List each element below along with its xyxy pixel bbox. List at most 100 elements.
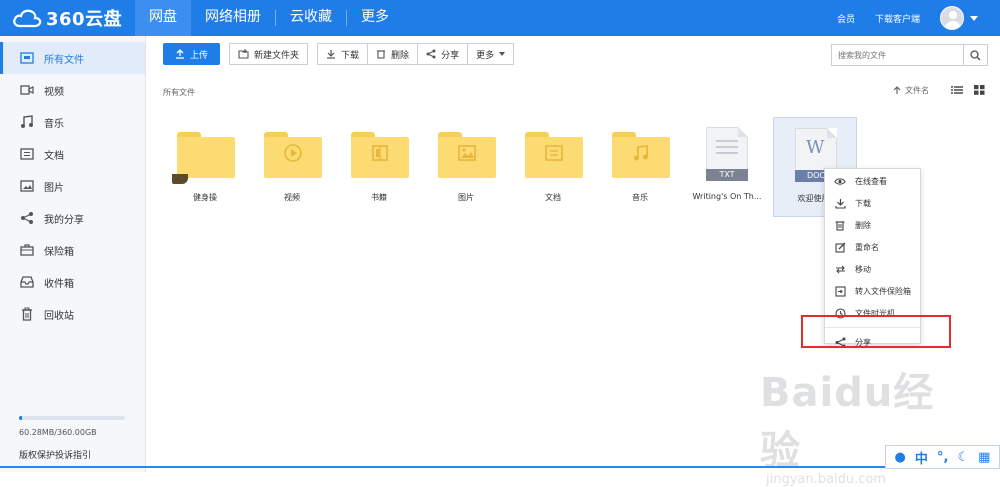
menu-item-download[interactable]: 下载 <box>825 192 920 214</box>
breadcrumb-row: 所有文件 文件名 <box>163 85 988 99</box>
folder-icon <box>264 132 322 178</box>
top-bar: 360云盘 网盘 网络相册 云收藏 更多 会员 下载客户端 <box>0 0 1000 36</box>
sidebar-item-label: 图片 <box>44 182 64 194</box>
nav-tab-cloud-favorites[interactable]: 云收藏 <box>276 0 346 36</box>
sidebar-item-label: 视频 <box>44 86 64 98</box>
annotation-highlight-box <box>801 315 951 348</box>
sidebar-item-recycle-bin[interactable]: 回收站 <box>0 298 145 330</box>
download-icon <box>327 50 336 59</box>
sidebar-item-inbox[interactable]: 收件箱 <box>0 266 145 298</box>
new-folder-label: 新建文件夹 <box>254 50 300 61</box>
doc-icon <box>545 144 563 162</box>
sidebar-item-all-files[interactable]: 所有文件 <box>0 42 145 74</box>
menu-item-label: 重命名 <box>855 242 879 252</box>
sidebar-item-label: 保险箱 <box>44 246 74 258</box>
new-folder-group: 新建文件夹 <box>229 43 309 65</box>
sort-arrow-icon <box>893 86 901 94</box>
download-button[interactable]: 下载 <box>317 43 369 65</box>
list-view-icon[interactable] <box>951 85 963 95</box>
delete-button[interactable]: 删除 <box>368 43 419 65</box>
menu-item-view-online[interactable]: 在线查看 <box>825 170 920 192</box>
file-item-folder[interactable]: 视频 <box>250 117 334 217</box>
file-item-folder[interactable]: 书籍 <box>337 117 421 217</box>
ime-moon-icon[interactable]: ☾ <box>957 450 969 465</box>
menu-item-rename[interactable]: 重命名 <box>825 236 920 258</box>
file-item-folder[interactable]: 文档 <box>511 117 595 217</box>
baidu-watermark: Baidu经验 jingyan.baidu.com <box>760 360 960 487</box>
sidebar-item-images[interactable]: 图片 <box>0 170 145 202</box>
image-icon <box>20 179 34 193</box>
share-button[interactable]: 分享 <box>418 43 469 65</box>
sidebar-item-documents[interactable]: 文档 <box>0 138 145 170</box>
upload-icon <box>176 49 184 59</box>
avatar[interactable] <box>940 6 964 30</box>
storage-bar-fill <box>19 416 23 420</box>
download-client-link[interactable]: 下载客户端 <box>875 12 920 25</box>
sidebar-item-music[interactable]: 音乐 <box>0 106 145 138</box>
nav-tab-more[interactable]: 更多 <box>347 0 403 36</box>
search-button[interactable] <box>963 45 987 65</box>
logo-text: 360云盘 <box>46 9 123 30</box>
file-item-txt[interactable]: TXT Writing's On Th... <box>685 117 769 217</box>
menu-item-label: 移动 <box>855 264 871 274</box>
folder-thumbnail <box>172 174 188 184</box>
trash-icon <box>20 307 34 321</box>
file-item-folder[interactable]: 健身操 <box>163 117 247 217</box>
logo[interactable]: 360云盘 <box>12 5 122 31</box>
copyright-report-link[interactable]: 版权保护投诉指引 <box>19 448 91 461</box>
download-icon <box>834 197 846 209</box>
safe-icon <box>20 243 34 257</box>
ime-language[interactable]: 中 <box>915 448 928 467</box>
eye-icon <box>834 175 846 187</box>
breadcrumb[interactable]: 所有文件 <box>163 87 195 98</box>
caret-down-icon <box>499 52 506 56</box>
cloud-logo-icon <box>13 9 42 28</box>
delete-label: 删除 <box>391 50 410 61</box>
ime-paw-icon[interactable]: ● <box>895 450 906 465</box>
menu-item-label: 转入文件保险箱 <box>855 286 911 296</box>
picture-icon <box>458 144 476 162</box>
file-grid: 健身操 视频 书籍 图片 文档 音乐 TXT Writing's On Th..… <box>163 117 883 217</box>
sort-by-name[interactable]: 文件名 <box>893 85 929 96</box>
more-label: 更多 <box>476 50 495 61</box>
sidebar-item-label: 文档 <box>44 150 64 162</box>
sidebar-item-safe[interactable]: 保险箱 <box>0 234 145 266</box>
nav-tab-photo-album[interactable]: 网络相册 <box>191 0 275 36</box>
bottom-divider <box>0 466 885 468</box>
ime-grid-icon[interactable]: ▦ <box>978 450 990 465</box>
upload-button[interactable]: 上传 <box>163 43 221 65</box>
all-files-icon <box>20 51 34 65</box>
menu-item-move[interactable]: 移动 <box>825 258 920 280</box>
account-menu[interactable] <box>940 6 978 30</box>
ime-punct-icon[interactable]: °, <box>937 450 948 465</box>
safe-transfer-icon <box>834 285 846 297</box>
share-icon <box>20 211 34 225</box>
file-item-folder[interactable]: 音乐 <box>598 117 682 217</box>
storage-bar <box>19 416 125 420</box>
sidebar-item-video[interactable]: 视频 <box>0 74 145 106</box>
vip-link[interactable]: 会员 <box>837 12 855 25</box>
more-button[interactable]: 更多 <box>468 43 515 65</box>
sidebar-item-label: 音乐 <box>44 118 64 130</box>
new-folder-button[interactable]: 新建文件夹 <box>229 43 309 65</box>
sidebar-item-my-shares[interactable]: 我的分享 <box>0 202 145 234</box>
menu-item-move-to-safe[interactable]: 转入文件保险箱 <box>825 280 920 302</box>
file-type-badge: TXT <box>706 169 748 181</box>
nav-tab-netdisk[interactable]: 网盘 <box>135 0 191 36</box>
sidebar-item-label: 我的分享 <box>44 214 84 226</box>
storage-usage: 60.28MB/360.00GB <box>19 416 125 437</box>
file-name: 视频 <box>284 193 300 202</box>
file-item-folder[interactable]: 图片 <box>424 117 508 217</box>
new-folder-icon <box>238 49 249 59</box>
play-icon <box>284 144 302 162</box>
file-name: 音乐 <box>632 193 648 202</box>
watermark-url: jingyan.baidu.com <box>766 472 886 487</box>
search-input[interactable] <box>832 45 963 65</box>
trash-icon <box>834 219 846 231</box>
ime-toolbar: ● 中 °, ☾ ▦ <box>885 445 1000 469</box>
chevron-down-icon <box>970 15 978 21</box>
grid-view-icon[interactable] <box>974 85 985 95</box>
folder-icon <box>525 132 583 178</box>
menu-item-delete[interactable]: 删除 <box>825 214 920 236</box>
sidebar: 所有文件 视频 音乐 文档 图片 我的分享 保险箱 收件箱 回收站 60.28M… <box>0 36 146 472</box>
